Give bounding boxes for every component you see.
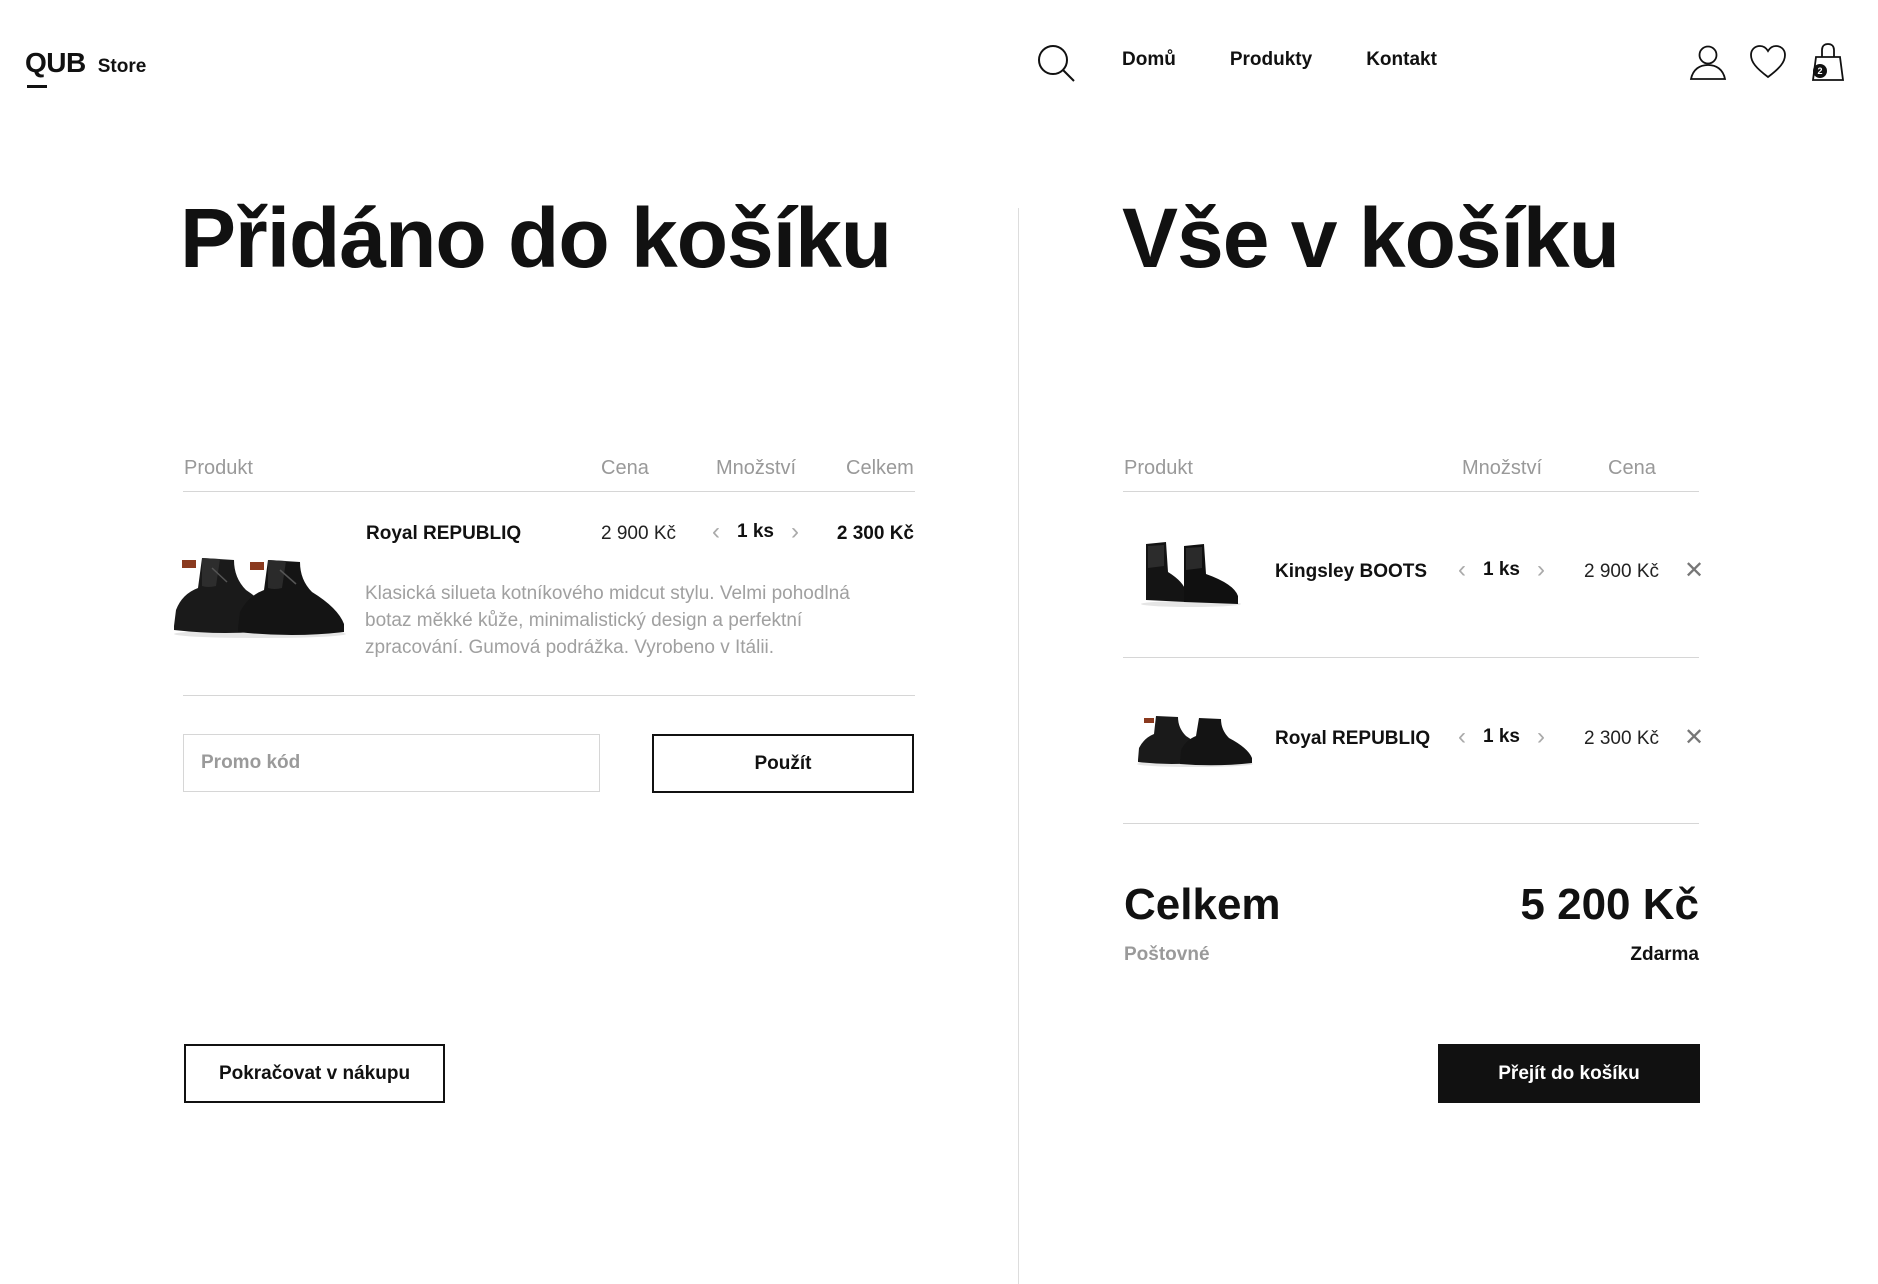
cart-count-badge: 2 xyxy=(1813,64,1827,78)
product-description: Klasická silueta kotníkového midcut styl… xyxy=(365,583,850,658)
divider xyxy=(1123,823,1699,824)
col-header-total: Celkem xyxy=(846,457,914,479)
qty-decrease-button[interactable]: ‹ xyxy=(1455,725,1469,749)
added-product-price: 2 900 Kč xyxy=(601,523,676,544)
qty-value: 1 ks xyxy=(1483,559,1520,580)
remove-item-icon[interactable]: ✕ xyxy=(1684,559,1704,583)
shopping-bag-icon[interactable]: 2 xyxy=(1808,42,1848,82)
nav-link-contact[interactable]: Kontakt xyxy=(1366,49,1437,71)
qty-decrease-button[interactable]: ‹ xyxy=(1455,558,1469,582)
shipping-value: Zdarma xyxy=(1630,944,1699,965)
logo-mark: QUB xyxy=(25,47,86,88)
go-to-cart-button[interactable]: Přejít do košíku xyxy=(1438,1044,1700,1103)
added-product-name[interactable]: Royal REPUBLIQ xyxy=(366,523,521,545)
main-nav: Domů Produkty Kontakt xyxy=(1122,49,1437,71)
shipping-label: Poštovné xyxy=(1124,944,1210,965)
divider xyxy=(183,695,915,696)
cart-title: Vše v košíku xyxy=(1122,191,1620,285)
col-header-price: Cena xyxy=(601,457,649,479)
col-header-quantity: Množství xyxy=(716,457,797,479)
cart-col-header-quantity: Množství xyxy=(1462,457,1543,479)
cart-item-price: 2 900 Kč xyxy=(1584,561,1659,582)
promo-code-input[interactable] xyxy=(183,734,600,792)
cart-item-image xyxy=(1136,712,1254,768)
nav-link-products[interactable]: Produkty xyxy=(1230,49,1312,71)
qty-value: 1 ks xyxy=(1483,726,1520,747)
divider xyxy=(1123,657,1699,658)
product-image xyxy=(172,550,348,640)
added-title: Přidáno do košíku xyxy=(180,191,892,285)
cart-col-header-price: Cena xyxy=(1608,457,1656,479)
remove-item-icon[interactable]: ✕ xyxy=(1684,726,1704,750)
qty-increase-button[interactable]: › xyxy=(1534,558,1548,582)
cart-item-name[interactable]: Kingsley BOOTS xyxy=(1275,561,1427,583)
cart-col-header-product: Produkt xyxy=(1124,457,1193,479)
divider xyxy=(1123,491,1699,492)
cart-item-image xyxy=(1138,536,1244,608)
quantity-stepper: ‹ 1 ks › xyxy=(709,520,802,544)
qty-value: 1 ks xyxy=(737,521,774,542)
col-header-product: Produkt xyxy=(184,457,253,479)
user-icon[interactable] xyxy=(1688,42,1728,82)
search-icon[interactable] xyxy=(1036,43,1076,83)
qty-increase-button[interactable]: › xyxy=(788,520,802,544)
cart-item-quantity-stepper: ‹ 1 ks › xyxy=(1455,558,1548,582)
total-label: Celkem xyxy=(1124,880,1281,929)
cart-item-quantity-stepper: ‹ 1 ks › xyxy=(1455,725,1548,749)
apply-promo-button[interactable]: Použít xyxy=(652,734,914,793)
heart-icon[interactable] xyxy=(1748,42,1788,82)
divider xyxy=(183,491,915,492)
continue-shopping-button[interactable]: Pokračovat v nákupu xyxy=(184,1044,445,1103)
logo-store: Store xyxy=(97,56,147,77)
page: QUB Store Domů Produkty Kontakt 2 Přidán… xyxy=(0,0,1878,1284)
total-value: 5 200 Kč xyxy=(1520,880,1699,929)
qty-decrease-button[interactable]: ‹ xyxy=(709,520,723,544)
nav-link-home[interactable]: Domů xyxy=(1122,49,1176,71)
column-divider xyxy=(1018,208,1019,1284)
logo[interactable]: QUB Store xyxy=(25,47,147,88)
added-product-total: 2 300 Kč xyxy=(836,523,914,544)
cart-item-price: 2 300 Kč xyxy=(1584,728,1659,749)
qty-increase-button[interactable]: › xyxy=(1534,725,1548,749)
cart-item-name[interactable]: Royal REPUBLIQ xyxy=(1275,728,1430,750)
